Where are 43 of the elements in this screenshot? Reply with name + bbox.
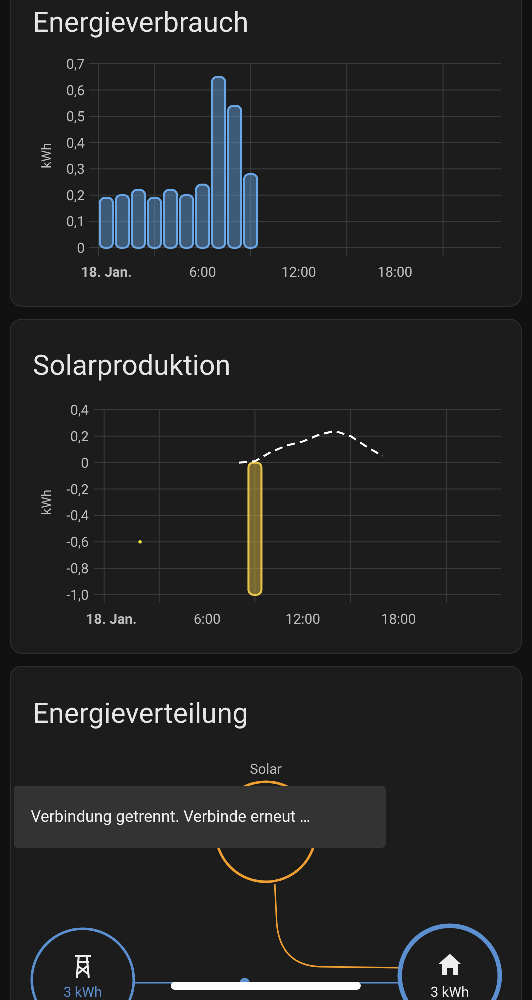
card-title: Energieverteilung (32, 696, 250, 732)
node-label: Solar (250, 762, 282, 778)
axis-label: 0,5 (66, 110, 85, 126)
axis-label: 0,6 (66, 83, 85, 100)
axis-label: -0,6 (66, 535, 89, 552)
power-tower-icon (74, 955, 92, 979)
grid-value: 3 kWh (64, 985, 102, 1000)
home-icon (439, 954, 461, 975)
axis-label: 0,1 (66, 214, 85, 231)
axis-label: 6:00 (189, 265, 216, 281)
axis-label: 0,4 (70, 403, 89, 419)
axis-label: 18. Jan. (81, 265, 132, 281)
chart-bar (163, 189, 178, 249)
toast: Verbindung getrennt. Verbinde erneut … (14, 786, 386, 848)
chart-bar (147, 197, 162, 249)
axis-label: 0,7 (66, 57, 85, 73)
axis-label: 18:00 (381, 612, 416, 628)
home-value: 3 kWh (430, 985, 470, 1000)
home-indicator[interactable] (171, 982, 361, 990)
axis-title: kWh (40, 490, 55, 516)
axis-label: 0,3 (66, 162, 85, 178)
chart-bar (131, 189, 146, 249)
axis-title: kWh (40, 143, 55, 169)
axis-label: -1,0 (66, 588, 89, 604)
axis-label: 12:00 (286, 612, 321, 628)
axis-label: 18:00 (378, 265, 413, 281)
axis-label: 0 (77, 241, 85, 257)
axis-label: -0,8 (66, 562, 89, 578)
axis-label: 18. Jan. (86, 612, 137, 628)
axis-label: -0,2 (66, 482, 89, 498)
chart-bar (115, 194, 130, 249)
chart-bar (99, 197, 114, 249)
axis-label: 0,2 (66, 188, 85, 204)
chart-bar (179, 194, 194, 249)
axis-label: 0,2 (70, 429, 89, 446)
axis-label: 12:00 (282, 265, 316, 281)
axis-label: -0,4 (66, 508, 89, 525)
card-title: Energieverbrauch (32, 5, 250, 41)
card-title: Solarproduktion (32, 348, 232, 384)
axis-label: 0 (81, 456, 89, 472)
axis-label: 0,4 (66, 136, 85, 152)
axis-label: 6:00 (194, 612, 221, 628)
chart-point (138, 540, 142, 544)
